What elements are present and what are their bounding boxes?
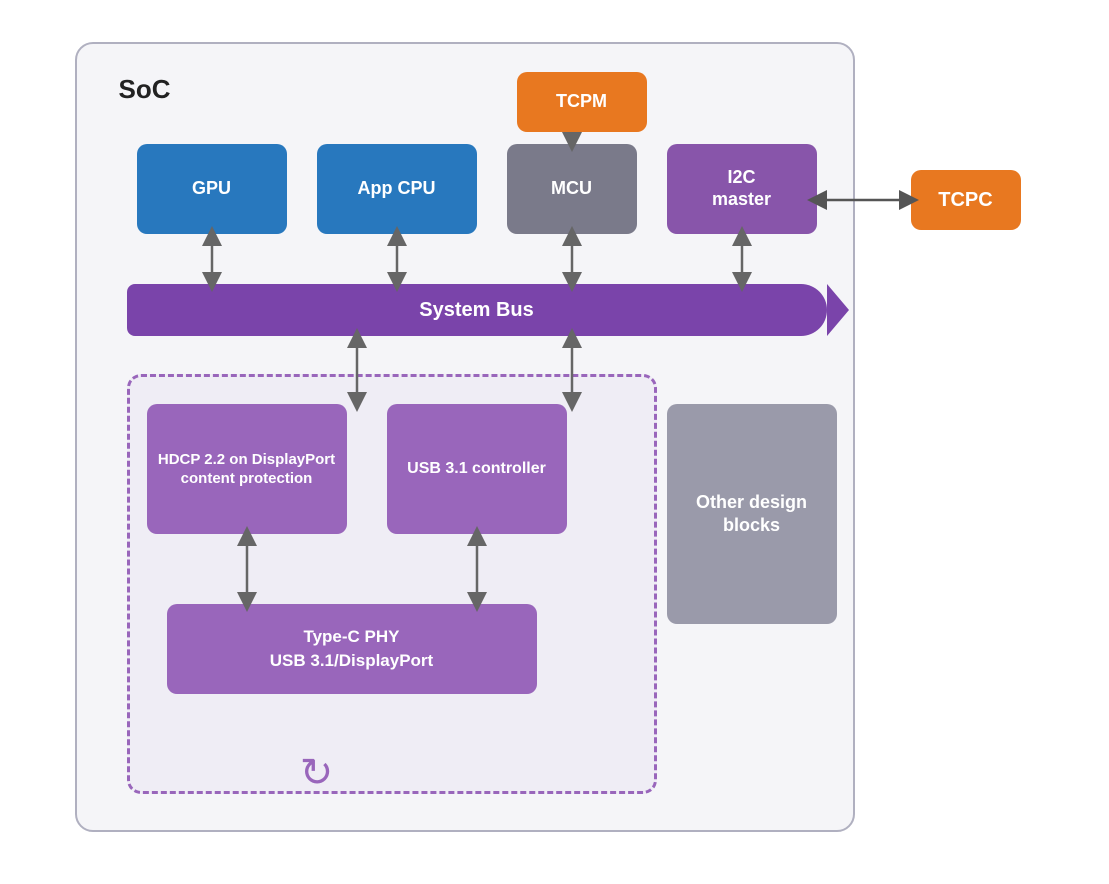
mcu-block: MCU bbox=[507, 144, 637, 234]
hdcp-block: HDCP 2.2 on DisplayPort content protecti… bbox=[147, 404, 347, 534]
diagram-wrapper: SoC GPU App CPU TCPM MCU I2C master Syst… bbox=[55, 22, 1055, 862]
i2c-master-block: I2C master bbox=[667, 144, 817, 234]
gpu-block: GPU bbox=[137, 144, 287, 234]
soc-box: SoC GPU App CPU TCPM MCU I2C master Syst… bbox=[75, 42, 855, 832]
appcpu-block: App CPU bbox=[317, 144, 477, 234]
typephy-block: Type-C PHY USB 3.1/DisplayPort bbox=[167, 604, 537, 694]
cycle-icon: ↻ bbox=[292, 748, 342, 798]
tcpc-block: TCPC bbox=[911, 170, 1021, 230]
other-design-blocks: Other design blocks bbox=[667, 404, 837, 624]
usb-block: USB 3.1 controller bbox=[387, 404, 567, 534]
soc-label: SoC bbox=[119, 74, 171, 105]
system-bus-block: System Bus bbox=[127, 284, 827, 336]
tcpm-block: TCPM bbox=[517, 72, 647, 132]
